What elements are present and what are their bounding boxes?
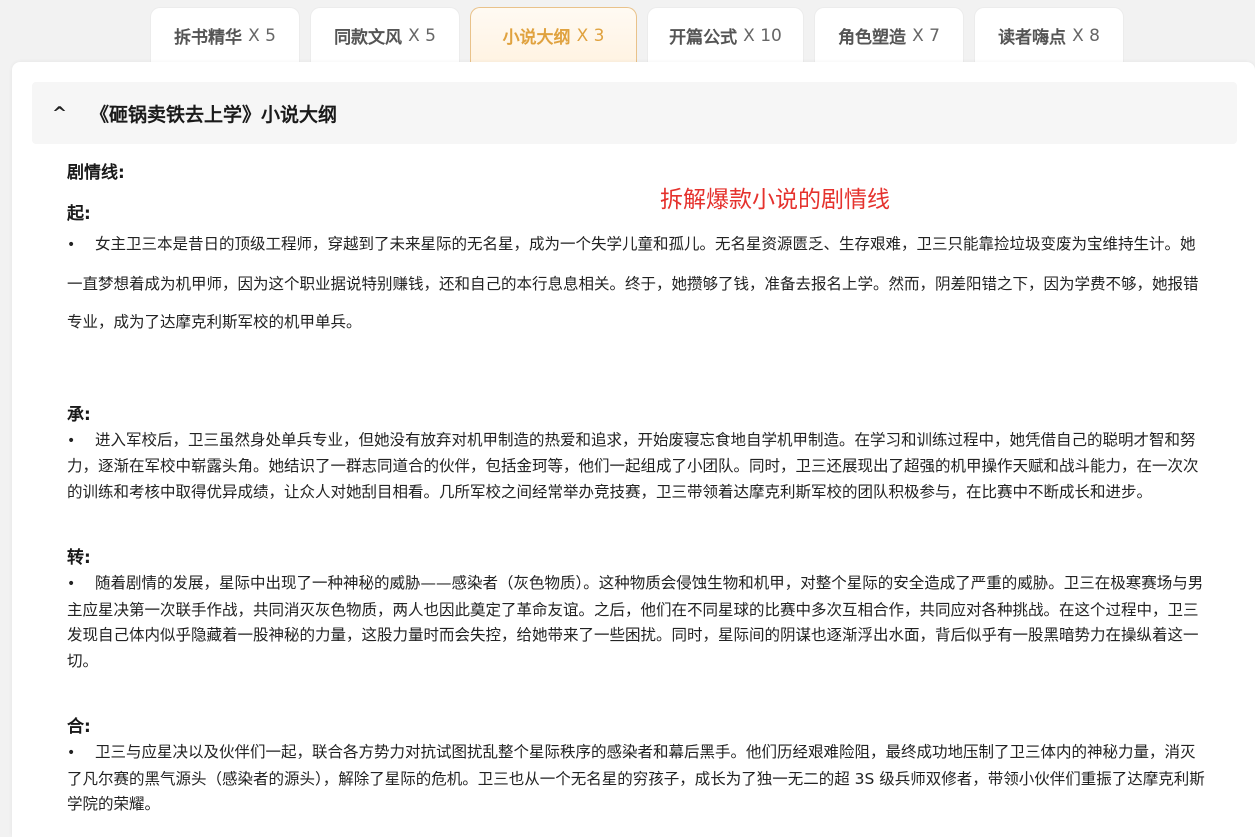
tab-novel-outline[interactable]: 小说大纲 X 3 (470, 7, 637, 63)
tab-opening-formula[interactable]: 开篇公式 X 10 (647, 7, 804, 63)
tab-label: 读者嗨点 (998, 28, 1067, 48)
bullet-icon: • (67, 745, 76, 761)
outline-header[interactable]: ^ 《砸锅卖铁去上学》小说大纲 (32, 82, 1237, 144)
stage-text: 进入军校后，卫三虽然身处单兵专业，但她没有放弃对机甲制造的热爱和追求，开始废寝忘… (67, 430, 1199, 501)
tab-label: 小说大纲 (502, 28, 571, 48)
outline-content: 剧情线: 起: • 女主卫三本是昔日的顶级工程师，穿越到了未来星际的无名星，成为一… (67, 162, 1207, 818)
tab-count: X 10 (743, 25, 782, 46)
stage-label-cheng: 承: (67, 404, 91, 425)
stage-text: 卫三与应星决以及伙伴们一起，联合各方势力对抗试图扰乱整个星际秩序的感染者和幕后黑… (67, 743, 1205, 813)
stage-text-he: • 卫三与应星决以及伙伴们一起，联合各方势力对抗试图扰乱整个星际秩序的感染者和幕后… (67, 740, 1207, 818)
tab-count: X 3 (576, 25, 605, 46)
tab-reader-highlights[interactable]: 读者嗨点 X 8 (974, 7, 1124, 63)
stage-label-zhuan: 转: (67, 548, 91, 568)
tab-count: X 8 (1072, 25, 1100, 46)
bullet-icon: • (67, 237, 76, 253)
tab-label: 同款文风 (334, 28, 403, 48)
stage-text: 随着剧情的发展，星际中出现了一种神秘的威胁——感染者（灰色物质）。这种物质会侵蚀… (67, 574, 1204, 670)
stage-text-zhuan: • 随着剧情的发展，星际中出现了一种神秘的威胁——感染者（灰色物质）。这种物质会侵… (67, 571, 1207, 674)
outline-title: 《砸锅卖铁去上学》小说大纲 (90, 103, 338, 126)
collapse-caret-icon[interactable]: ^ (52, 103, 72, 124)
stage-text-qi: • 女主卫三本是昔日的顶级工程师，穿越到了未来星际的无名星，成为一个失学儿童和孤儿… (67, 225, 1207, 342)
stage-label-he: 合: (67, 717, 91, 737)
tab-bar: 拆书精华 X 5 同款文风 X 5 小说大纲 X 3 开篇公式 X 10 角色塑造 X 7… (150, 7, 1134, 63)
tab-book-essence[interactable]: 拆书精华 X 5 (150, 7, 300, 63)
outline-panel: ^ 《砸锅卖铁去上学》小说大纲 拆解爆款小说的剧情线 剧情线: 起: • 女主卫三… (12, 62, 1255, 837)
stage-text-cheng: • 进入军校后，卫三虽然身处单兵专业，但她没有放弃对机甲制造的热爱和追求，开始废寝… (67, 428, 1207, 506)
section-heading: 剧情线: (67, 163, 125, 183)
tab-label: 开篇公式 (669, 28, 738, 48)
tab-count: X 5 (248, 25, 276, 46)
tab-character-building[interactable]: 角色塑造 X 7 (814, 7, 964, 63)
tab-count: X 7 (912, 25, 940, 46)
tab-same-style[interactable]: 同款文风 X 5 (310, 7, 460, 63)
tab-count: X 5 (408, 25, 436, 46)
stage-label-qi: 起: (67, 204, 91, 224)
stage-text: 女主卫三本是昔日的顶级工程师，穿越到了未来星际的无名星，成为一个失学儿童和孤儿。… (67, 235, 1199, 331)
tab-label: 拆书精华 (174, 28, 243, 48)
bullet-icon: • (67, 432, 76, 449)
tab-label: 角色塑造 (838, 28, 907, 48)
bullet-icon: • (67, 576, 76, 592)
